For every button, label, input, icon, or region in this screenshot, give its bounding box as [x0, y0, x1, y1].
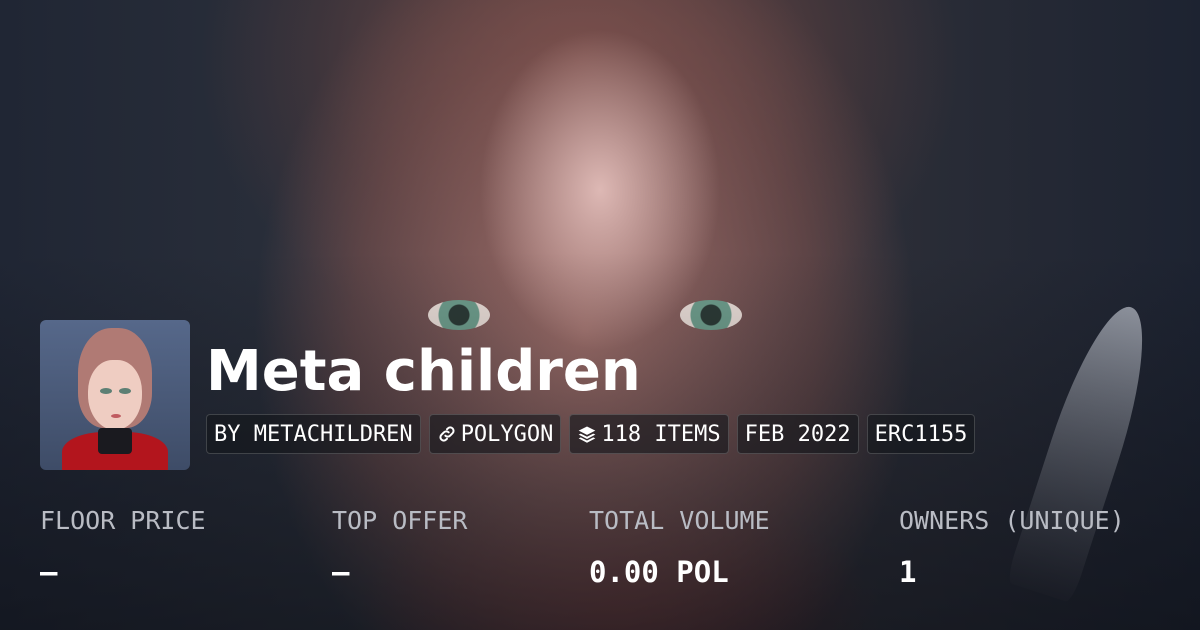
token-standard-tag: ERC1155 — [866, 414, 976, 454]
stat-label: FLOOR PRICE — [40, 506, 206, 535]
creator-tag[interactable]: BY METACHILDREN — [206, 414, 421, 454]
stat-value: 0.00 POL — [589, 555, 729, 589]
created-date-tag: FEB 2022 — [736, 414, 859, 454]
stat-floor-price: FLOOR PRICE — — [40, 504, 206, 590]
collection-avatar — [40, 320, 190, 470]
stat-top-offer: TOP OFFER — — [332, 504, 467, 590]
stat-label: TOP OFFER — [332, 506, 468, 535]
chain-tag[interactable]: POLYGON — [428, 414, 562, 454]
chain-link-icon — [439, 426, 455, 442]
stat-value: — — [40, 555, 58, 589]
stat-label: OWNERS (UNIQUE) — [899, 506, 1125, 535]
token-standard-label: ERC1155 — [874, 421, 968, 447]
chain-tag-label: POLYGON — [460, 421, 554, 447]
items-tag[interactable]: 118 ITEMS — [569, 414, 729, 454]
stat-value: 1 — [899, 555, 917, 589]
stat-label: TOTAL VOLUME — [589, 506, 770, 535]
creator-tag-label: BY METACHILDREN — [214, 421, 413, 447]
stat-total-volume: TOTAL VOLUME 0.00 POL — [589, 504, 770, 590]
stat-owners: OWNERS (UNIQUE) 1 — [899, 504, 1125, 590]
collection-title: Meta children — [206, 339, 641, 404]
collection-tags: BY METACHILDREN POLYGON 118 ITEMS FEB 20… — [206, 414, 976, 454]
created-date-label: FEB 2022 — [744, 421, 851, 447]
layers-icon — [579, 426, 596, 443]
items-tag-label: 118 ITEMS — [601, 421, 721, 447]
stat-value: — — [332, 555, 350, 589]
